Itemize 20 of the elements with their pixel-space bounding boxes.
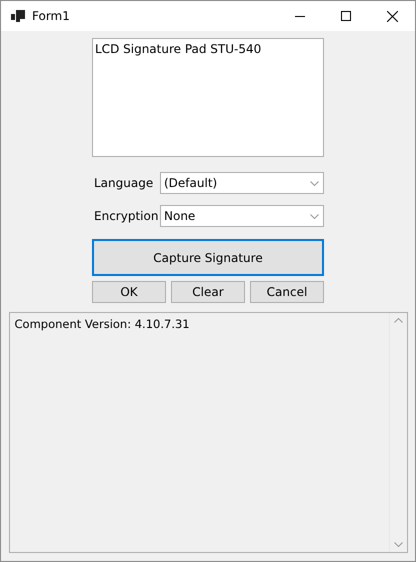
field-label: Encryption: [94, 209, 158, 223]
dialog-button[interactable]: OK: [92, 281, 166, 303]
capture-button[interactable]: Capture Signature: [92, 239, 324, 276]
dropdown[interactable]: None: [160, 205, 324, 227]
close-icon: [386, 10, 398, 22]
dropdown[interactable]: (Default): [160, 172, 324, 194]
list-item[interactable]: LCD Signature Pad STU-540: [95, 42, 321, 56]
chevron-down-icon[interactable]: [310, 180, 319, 186]
maximize-icon: [341, 11, 351, 21]
device-list[interactable]: LCD Signature Pad STU-540: [92, 38, 324, 157]
chevron-down-icon[interactable]: [310, 214, 319, 218]
app-icon: [11, 10, 25, 22]
scroll-down-icon[interactable]: [394, 542, 402, 547]
log-line: Component Version: 4.10.7.31: [14, 317, 191, 331]
window-title: Form1: [32, 9, 70, 23]
scroll-up-icon[interactable]: [394, 318, 402, 323]
dialog-button[interactable]: Clear: [171, 281, 245, 303]
field-label: Language: [94, 176, 154, 190]
dialog-button[interactable]: Cancel: [250, 281, 324, 303]
log-box[interactable]: Component Version: 4.10.7.31: [8, 312, 408, 553]
